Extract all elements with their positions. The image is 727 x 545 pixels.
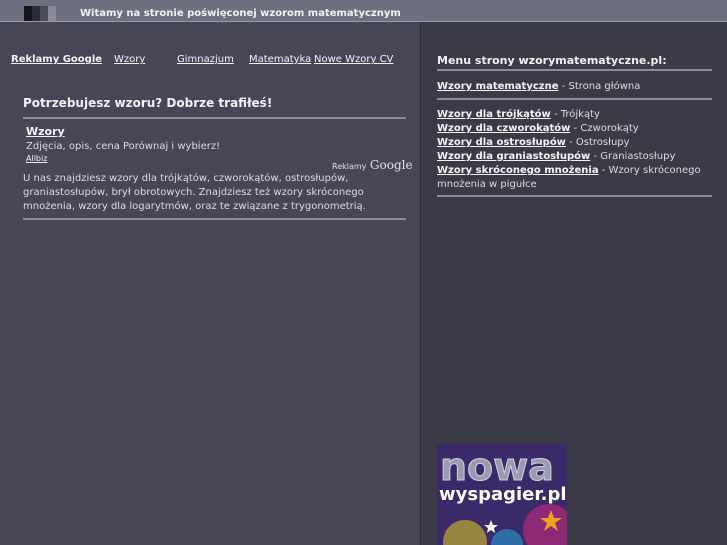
nav-link-matematyka[interactable]: Matematyka xyxy=(249,54,311,65)
ad-title-link[interactable]: Wzory xyxy=(26,125,65,138)
menu-link-ostroslupy[interactable]: Wzory dla ostrosłupów xyxy=(437,137,566,148)
banner-graphic: nowa wyspagier.pl xyxy=(437,444,567,545)
panel-divider xyxy=(420,22,421,545)
intro-paragraph: U nas znajdziesz wzory dla trójkątów, cz… xyxy=(23,173,366,212)
site-title: Witamy na stronie poświęconej wzorom mat… xyxy=(80,8,401,19)
menu-link-czworokaty[interactable]: Wzory dla czworokątów xyxy=(437,123,570,134)
menu-desc: - Ostrosłupy xyxy=(565,137,630,148)
wyspagier-banner[interactable]: nowa wyspagier.pl xyxy=(437,444,567,545)
top-bar: Witamy na stronie poświęconej wzorom mat… xyxy=(0,0,727,22)
logo-square xyxy=(48,6,56,21)
nav-link-nowe-wzory-cv[interactable]: Nowe Wzory CV xyxy=(314,54,393,65)
ads-by-google[interactable]: Reklamy Google xyxy=(332,158,413,172)
sidebar-title: Menu strony wzorymatematyczne.pl: xyxy=(437,54,667,67)
menu-desc: - Trójkąty xyxy=(550,109,600,120)
menu-bottom-divider xyxy=(437,195,712,197)
menu-item: Wzory dla graniastosłupów - Graniastosłu… xyxy=(437,150,717,164)
ad-url-link[interactable]: Allbiz xyxy=(26,154,47,163)
menu-item: Wzory dla ostrosłupów - Ostrosłupy xyxy=(437,136,717,150)
menu-list: Wzory dla trójkątów - Trójkąty Wzory dla… xyxy=(437,108,717,192)
ad-description: Zdjęcia, opis, cena Porównaj i wybierz! xyxy=(26,141,221,152)
menu-item-main: Wzory matematyczne - Strona główna xyxy=(437,81,640,92)
logo-square xyxy=(40,6,48,21)
menu-item: Wzory dla czworokątów - Czworokąty xyxy=(437,122,717,136)
menu-desc: - Strona główna xyxy=(558,81,641,92)
ads-by-label: Reklamy xyxy=(332,162,367,171)
content-divider xyxy=(23,218,406,220)
heading-divider xyxy=(23,117,406,119)
nav-ads-google-link[interactable]: Reklamy Google xyxy=(11,54,102,65)
banner-line2: wyspagier.pl xyxy=(439,484,567,505)
menu-divider xyxy=(437,98,712,100)
nav-link-wzory[interactable]: Wzory xyxy=(114,54,145,65)
menu-link-trojkaty[interactable]: Wzory dla trójkątów xyxy=(437,109,551,120)
logo-square xyxy=(24,6,32,21)
logo-square xyxy=(32,6,40,21)
banner-line1: nowa xyxy=(440,445,554,489)
menu-link-skrocone-mnozenie[interactable]: Wzory skróconego mnożenia xyxy=(437,165,599,176)
menu-desc: - Czworokąty xyxy=(570,123,639,134)
menu-item: Wzory skróconego mnożenia - Wzory skróco… xyxy=(437,164,717,192)
nav-link-gimnazjum[interactable]: Gimnazjum xyxy=(177,54,234,65)
menu-link-graniastoslupy[interactable]: Wzory dla graniastosłupów xyxy=(437,151,590,162)
sidebar-title-divider xyxy=(437,69,712,71)
menu-desc: - Graniastosłupy xyxy=(590,151,676,162)
google-logo: Google xyxy=(369,158,413,172)
menu-link-wzory-matematyczne[interactable]: Wzory matematyczne xyxy=(437,81,559,92)
page-heading: Potrzebujesz wzoru? Dobrze trafiłeś! xyxy=(23,96,273,110)
menu-item: Wzory dla trójkątów - Trójkąty xyxy=(437,108,717,122)
